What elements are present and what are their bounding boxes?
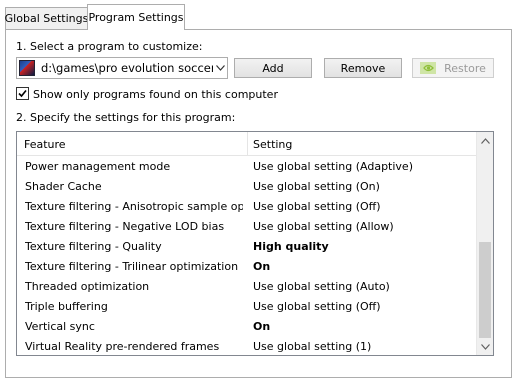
feature-cell: Threaded optimization xyxy=(25,280,150,293)
table-row[interactable]: Shader Cache Use global setting (On) xyxy=(17,176,478,196)
feature-cell: Triple buffering xyxy=(25,300,108,313)
setting-cell[interactable]: Use global setting (Allow) xyxy=(253,220,394,233)
feature-cell: Shader Cache xyxy=(25,180,102,193)
feature-column-header[interactable]: Feature xyxy=(24,138,66,151)
feature-cell: Texture filtering - Trilinear optimizati… xyxy=(25,260,239,273)
add-button[interactable]: Add xyxy=(234,58,312,78)
scrollbar-thumb[interactable] xyxy=(479,242,491,338)
restore-button[interactable]: Restore xyxy=(412,58,494,78)
show-only-found-checkbox[interactable] xyxy=(16,87,29,100)
table-row[interactable]: Texture filtering - Anisotropic sample o… xyxy=(17,196,478,216)
restore-button-label: Restore xyxy=(444,61,486,75)
feature-cell: Texture filtering - Anisotropic sample o… xyxy=(25,200,243,213)
table-row[interactable]: Virtual Reality pre-rendered frames Use … xyxy=(17,336,478,355)
feature-cell: Power management mode xyxy=(25,160,171,173)
setting-cell[interactable]: On xyxy=(253,260,270,273)
tab-program-settings[interactable]: Program Settings xyxy=(87,4,185,30)
vertical-scrollbar[interactable] xyxy=(476,132,493,355)
column-divider[interactable] xyxy=(247,132,248,156)
table-row[interactable]: Vertical sync On xyxy=(17,316,478,336)
feature-cell: Texture filtering - Quality xyxy=(25,240,162,253)
setting-cell[interactable]: Use global setting (On) xyxy=(253,180,380,193)
table-row[interactable]: Texture filtering - Quality High quality xyxy=(17,236,478,256)
setting-cell[interactable]: High quality xyxy=(253,240,329,253)
setting-cell[interactable]: Use global setting (Adaptive) xyxy=(253,160,413,173)
setting-cell[interactable]: On xyxy=(253,320,270,333)
table-row[interactable]: Threaded optimization Use global setting… xyxy=(17,276,478,296)
program-select-value: d:\games\pro evolution soccer ... xyxy=(41,61,213,75)
setting-column-header[interactable]: Setting xyxy=(253,138,292,151)
table-row[interactable]: Texture filtering - Negative LOD bias Us… xyxy=(17,216,478,236)
nvidia-logo-icon xyxy=(420,62,437,74)
specify-settings-label: 2. Specify the settings for this program… xyxy=(16,111,236,124)
setting-cell[interactable]: Use global setting (Auto) xyxy=(253,280,390,293)
setting-cell[interactable]: Use global setting (Off) xyxy=(253,300,381,313)
feature-cell: Virtual Reality pre-rendered frames xyxy=(25,340,220,353)
table-rows: Power management mode Use global setting… xyxy=(17,156,478,355)
table-row[interactable]: Triple buffering Use global setting (Off… xyxy=(17,296,478,316)
setting-cell[interactable]: Use global setting (Off) xyxy=(253,200,381,213)
game-icon xyxy=(19,60,35,76)
settings-table: Feature Setting Power management mode Us… xyxy=(16,131,494,356)
scroll-up-icon[interactable] xyxy=(477,132,493,149)
tab-strip: Global Settings Program Settings xyxy=(0,0,516,30)
table-row[interactable]: Power management mode Use global setting… xyxy=(17,156,478,176)
chevron-down-icon[interactable] xyxy=(213,65,227,71)
select-program-label: 1. Select a program to customize: xyxy=(16,40,203,53)
remove-button[interactable]: Remove xyxy=(324,58,402,78)
feature-cell: Vertical sync xyxy=(25,320,95,333)
program-select[interactable]: d:\games\pro evolution soccer ... xyxy=(16,57,228,79)
scroll-down-icon[interactable] xyxy=(477,338,493,355)
table-header: Feature Setting xyxy=(17,132,478,156)
feature-cell: Texture filtering - Negative LOD bias xyxy=(25,220,225,233)
table-row[interactable]: Texture filtering - Trilinear optimizati… xyxy=(17,256,478,276)
setting-cell[interactable]: Use global setting (1) xyxy=(253,340,371,353)
tab-global-settings[interactable]: Global Settings xyxy=(5,7,88,29)
show-only-found-label: Show only programs found on this compute… xyxy=(33,88,278,101)
